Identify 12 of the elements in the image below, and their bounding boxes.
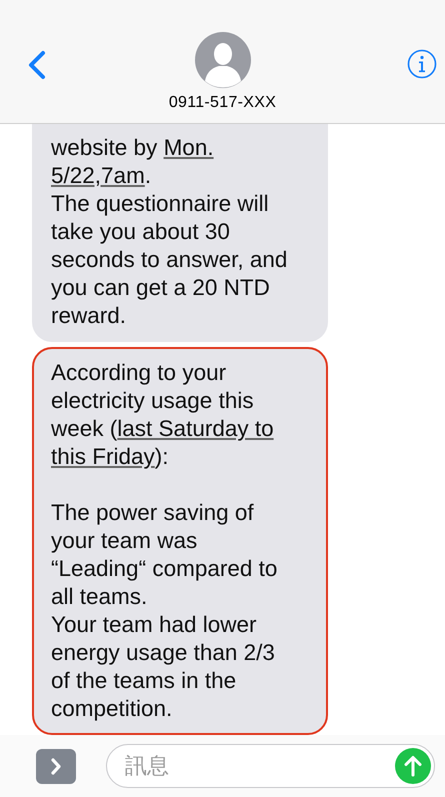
message-text: The power saving of your team was “Leading“ compared to all teams. (51, 499, 278, 611)
message-text: According to your electricity usage this week (last Saturday to this Friday): (51, 359, 275, 471)
message-text: The questionnaire will take you about 30 seconds to answer, and you can get a 20 NTD reward. (51, 190, 288, 330)
contact-number: 0911-517-XXX (168, 94, 276, 112)
message-text: Your team had lower energy usage than 2/3 of the teams in the competition. (51, 611, 276, 723)
back-icon[interactable] (26, 50, 48, 80)
avatar-icon[interactable] (194, 32, 250, 88)
expand-icon[interactable] (36, 748, 76, 784)
message-field[interactable]: 訊息 (106, 744, 435, 788)
message-text: website by Mon. 5/22,7am. (51, 134, 215, 190)
send-icon[interactable] (395, 748, 431, 784)
info-icon[interactable] (407, 49, 437, 79)
